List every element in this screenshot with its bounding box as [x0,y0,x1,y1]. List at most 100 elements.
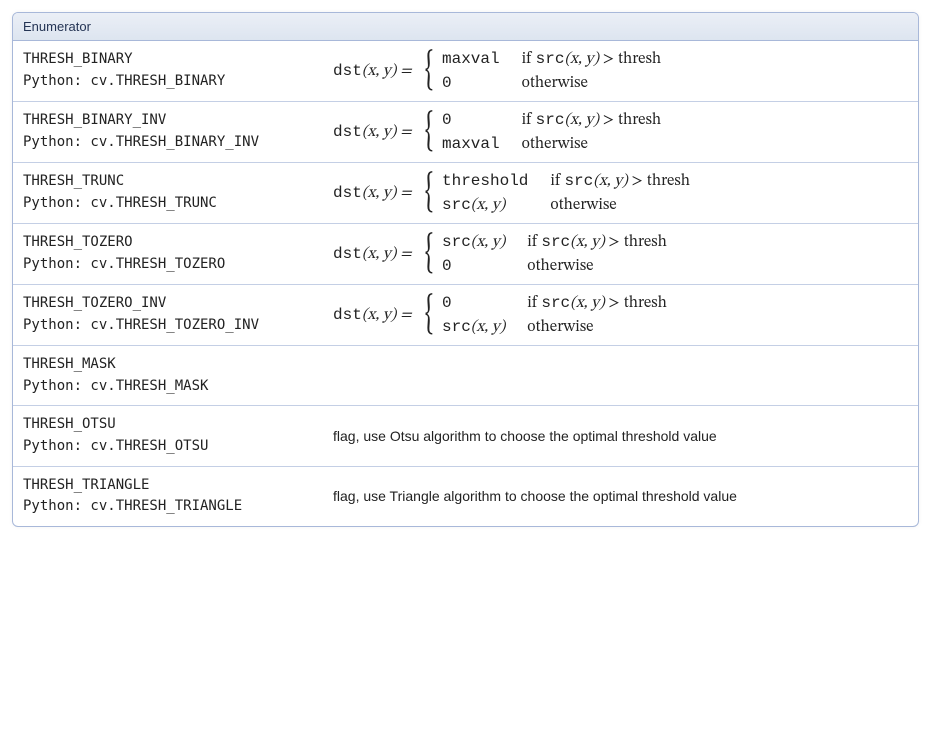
formula-dst: dst [333,306,362,324]
enum-name-cell: THRESH_TOZERO_INVPython: cv.THRESH_TOZER… [13,285,323,346]
case-value-args: (x, y) [471,319,506,335]
case-value-func: src [442,233,471,251]
case-value-func: src [442,196,471,214]
brace-icon: { [424,110,433,154]
formula-cases: src(x, y)if src(x, y) > thresh0otherwise [442,232,667,276]
enum-description-cell [323,346,918,406]
enum-row: THRESH_TOZERO_INVPython: cv.THRESH_TOZER… [13,285,918,346]
enum-python-name: Python: cv.THRESH_TOZERO_INV [23,315,313,337]
cond-suffix: > thresh [605,295,667,311]
enum-name-cell: THRESH_BINARYPython: cv.THRESH_BINARY [13,41,323,102]
formula-args: (x, y) [362,63,397,79]
case-value-args: (x, y) [471,234,506,250]
case-value: src(x, y) [442,232,505,252]
formula-dst: dst [333,245,362,263]
case-value: maxval [442,50,500,68]
enum-row: THRESH_MASKPython: cv.THRESH_MASK [13,346,918,406]
case-condition: if src(x, y) > thresh [527,232,667,252]
cond-prefix: if [527,234,541,250]
brace-icon: { [424,232,433,276]
cond-suffix: > thresh [628,173,690,189]
enum-python-name: Python: cv.THRESH_TRUNC [23,193,313,215]
enum-name: THRESH_TRUNC [23,171,313,193]
formula-lhs: dst(x, y) = [333,183,412,203]
enum-description-cell: dst(x, y) = {0 if src(x, y) > thresh maxva… [323,102,918,163]
cond-args: (x, y) [593,173,628,189]
enum-row: THRESH_TRUNCPython: cv.THRESH_TRUNCdst(x… [13,163,918,224]
enum-name: THRESH_TOZERO [23,232,313,254]
case-condition: if src(x, y) > thresh [522,110,662,130]
cond-args: (x, y) [570,234,605,250]
cond-func: src [564,172,593,190]
cond-suffix: > thresh [599,112,661,128]
case-condition: if src(x, y) > thresh [527,293,667,313]
case-condition: if src(x, y) > thresh [550,171,690,191]
enum-name-cell: THRESH_OTSUPython: cv.THRESH_OTSU [13,406,323,466]
enum-name: THRESH_BINARY [23,49,313,71]
case-value-func: src [442,318,471,336]
enumerator-panel: Enumerator THRESH_BINARYPython: cv.THRES… [12,12,919,527]
enum-name-cell: THRESH_TOZEROPython: cv.THRESH_TOZERO [13,224,323,285]
case-condition: otherwise [522,73,662,93]
case-value: src(x, y) [442,195,528,215]
formula-lhs: dst(x, y) = [333,305,412,325]
enum-python-name: Python: cv.THRESH_OTSU [23,436,313,458]
formula-lhs: dst(x, y) = [333,122,412,142]
formula-args: (x, y) [362,124,397,140]
cond-func: src [541,233,570,251]
enum-python-name: Python: cv.THRESH_MASK [23,376,313,398]
formula: dst(x, y) = {maxvalif src(x, y) > thresh… [333,49,908,93]
enum-description-cell: dst(x, y) = {0if src(x, y) > threshsrc(x… [323,285,918,346]
cond-args: (x, y) [564,51,599,67]
case-value: src(x, y) [442,317,505,337]
enum-name-cell: THRESH_BINARY_INVPython: cv.THRESH_BINAR… [13,102,323,163]
formula-args: (x, y) [362,307,397,323]
formula-args: (x, y) [362,246,397,262]
formula-cases: thresholdif src(x, y) > threshsrc(x, y)o… [442,171,690,215]
formula-args: (x, y) [362,185,397,201]
enum-name-cell: THRESH_TRUNCPython: cv.THRESH_TRUNC [13,163,323,224]
enum-description-cell: dst(x, y) = {src(x, y)if src(x, y) > thr… [323,224,918,285]
enum-row: THRESH_BINARYPython: cv.THRESH_BINARY dst… [13,41,918,102]
enum-name: THRESH_OTSU [23,414,313,436]
case-value: 0 [442,111,500,129]
formula-lhs: dst(x, y) = [333,61,412,81]
case-value: maxval [442,135,500,153]
enum-description-cell: dst(x, y) = {maxvalif src(x, y) > thresh… [323,41,918,102]
case-condition: otherwise [550,195,690,215]
enum-python-name: Python: cv.THRESH_TOZERO [23,254,313,276]
brace-icon: { [424,293,433,337]
enum-table: THRESH_BINARYPython: cv.THRESH_BINARYdst… [13,41,918,526]
brace-icon: { [424,49,433,93]
cond-args: (x, y) [564,112,599,128]
enum-name: THRESH_MASK [23,354,313,376]
cond-prefix: if [550,173,564,189]
cond-func: src [536,111,565,129]
case-value: 0 [442,74,500,92]
enum-name: THRESH_TOZERO_INV [23,293,313,315]
enum-python-name: Python: cv.THRESH_BINARY_INV [23,132,313,154]
cond-args: (x, y) [570,295,605,311]
formula: dst(x, y) = {0 if src(x, y) > thresh maxva… [333,110,908,154]
case-condition: otherwise [522,134,662,154]
formula-cases: 0 if src(x, y) > thresh maxval otherwise [442,110,661,154]
enum-description-cell: flag, use Triangle algorithm to choose t… [323,466,918,526]
enum-name: THRESH_TRIANGLE [23,475,313,497]
formula-cases: maxval if src(x, y) > thresh 0 otherwise [442,49,661,93]
case-condition: if src(x, y) > thresh [522,49,662,69]
formula-cases: 0if src(x, y) > threshsrc(x, y)otherwise [442,293,667,337]
enum-description-cell: dst(x, y) = {thresholdif src(x, y) > thr… [323,163,918,224]
formula-dst: dst [333,184,362,202]
panel-header: Enumerator [13,13,918,41]
formula: dst(x, y) = {src(x, y)if src(x, y) > thr… [333,232,908,276]
enum-python-name: Python: cv.THRESH_TRIANGLE [23,496,313,518]
cond-func: src [541,294,570,312]
cond-func: src [536,50,565,68]
formula-dst: dst [333,123,362,141]
cond-prefix: if [522,51,536,67]
enum-description-text: flag, use Triangle algorithm to choose t… [333,488,737,504]
enum-name: THRESH_BINARY_INV [23,110,313,132]
cond-suffix: > thresh [599,51,661,67]
enum-description-cell: flag, use Otsu algorithm to choose the o… [323,406,918,466]
case-value-args: (x, y) [471,197,506,213]
